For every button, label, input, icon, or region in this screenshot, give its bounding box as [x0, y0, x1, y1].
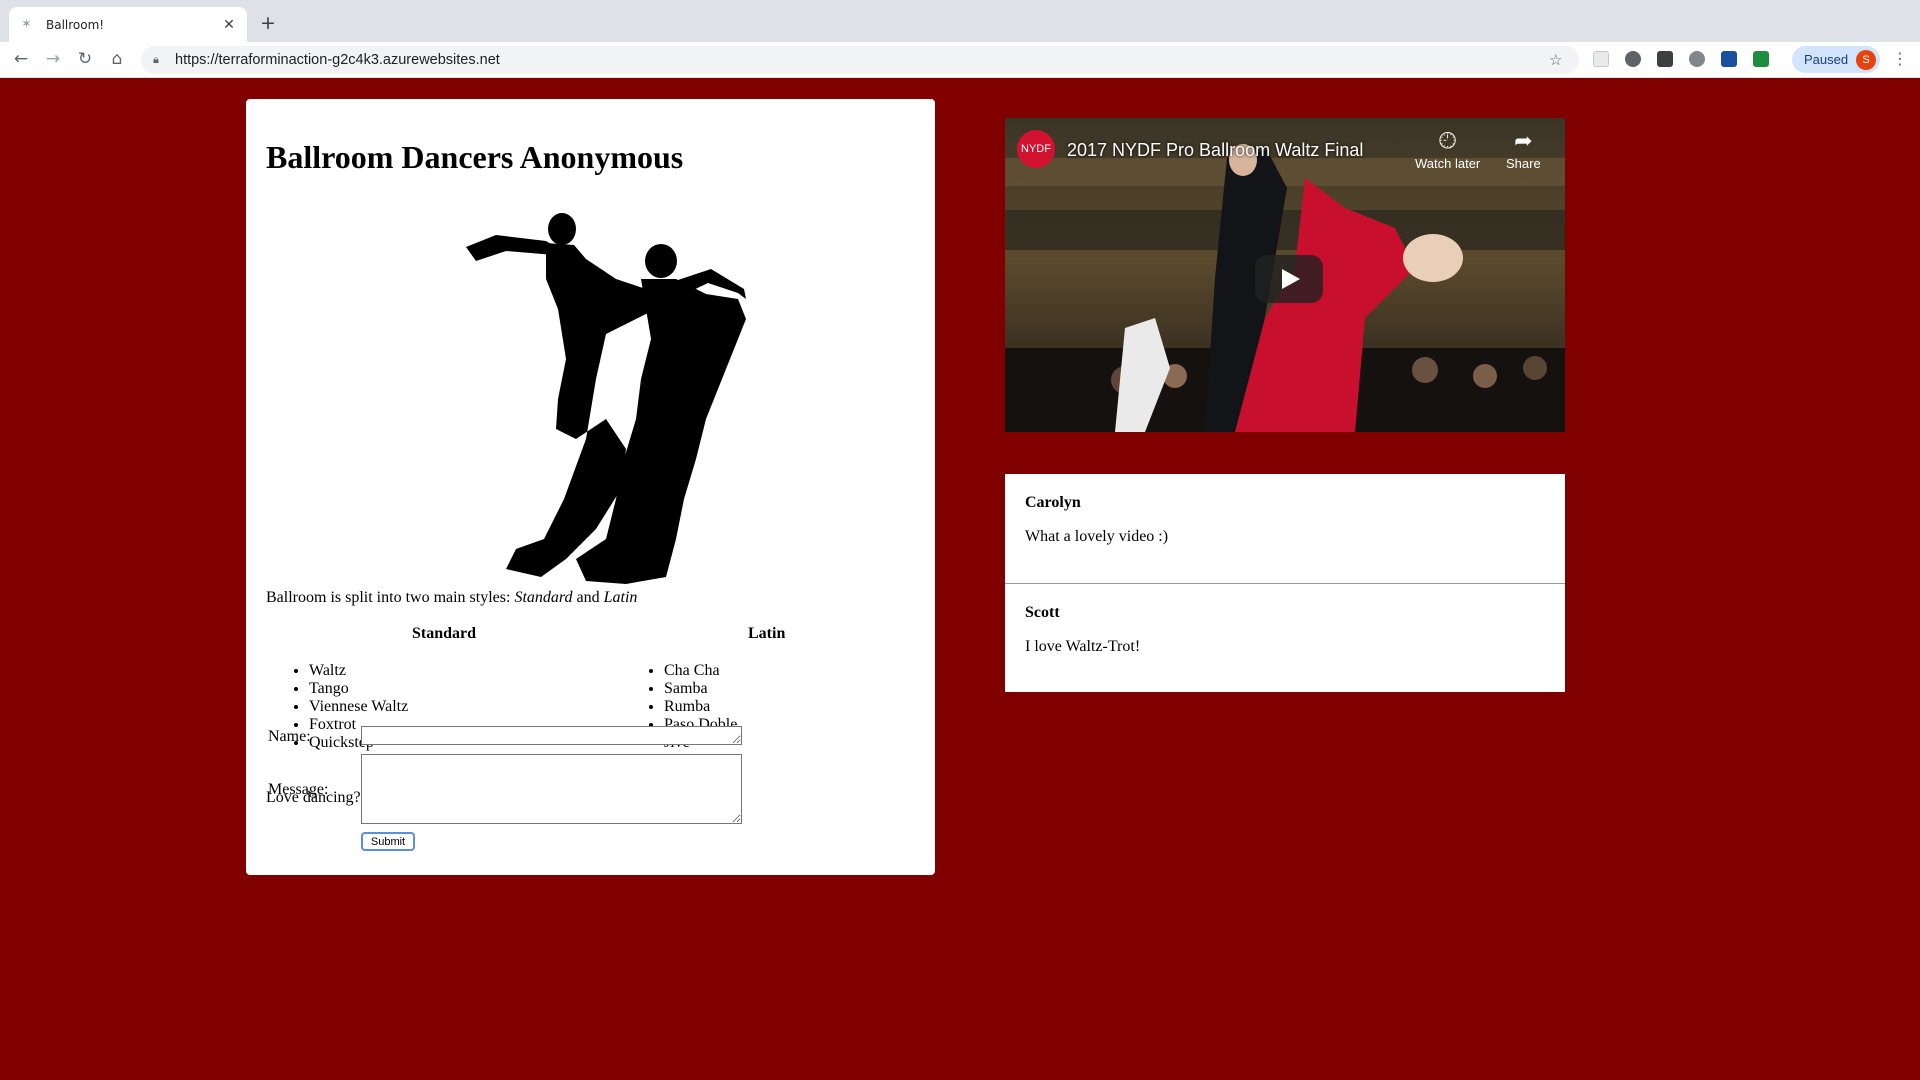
extension-info-icon[interactable] [1689, 51, 1705, 67]
tab-bar: ✶ Ballroom! ✕ + [0, 0, 1920, 42]
name-field[interactable] [361, 726, 742, 745]
reload-icon[interactable]: ↻ [75, 49, 95, 69]
intro-and: and [572, 589, 604, 606]
list-item: Rumba [664, 698, 737, 716]
channel-logo[interactable]: NYDF [1017, 130, 1055, 168]
comment-item: Carolyn What a lovely video :) [1005, 474, 1565, 583]
message-label: Message: [268, 781, 329, 798]
intro-text: Ballroom is split into two main styles: … [266, 589, 637, 607]
extension-cast-icon[interactable] [1657, 51, 1673, 67]
comment-author: Scott [1025, 604, 1060, 621]
page-title: Ballroom Dancers Anonymous [266, 139, 684, 175]
main-card: Ballroom Dancers Anonymous Ballroom is s… [246, 99, 935, 875]
comment-text: What a lovely video :) [1025, 528, 1169, 545]
submit-button[interactable]: Submit [361, 832, 415, 851]
share-arrow-icon: ➦ [1514, 128, 1533, 153]
extension-green-icon[interactable] [1753, 51, 1769, 67]
kebab-menu-icon[interactable]: ⋮ [1892, 49, 1908, 68]
close-tab-icon[interactable]: ✕ [221, 17, 237, 33]
comments-panel: Carolyn What a lovely video :) Scott I l… [1005, 474, 1565, 692]
list-item: Viennese Waltz [309, 698, 408, 716]
address-bar[interactable]: 🔒︎ https://terraforminaction-g2c4k3.azur… [141, 46, 1579, 74]
new-tab-icon[interactable]: + [260, 12, 276, 34]
list-item: Cha Cha [664, 662, 737, 680]
list-item: Samba [664, 680, 737, 698]
standard-header: Standard [412, 625, 477, 642]
video-title[interactable]: 2017 NYDF Pro Ballroom Waltz Final [1067, 140, 1363, 161]
tab-title: Ballroom! [46, 17, 105, 32]
ballroom-dancers-silhouette [466, 213, 746, 584]
name-label: Name: [268, 728, 311, 745]
intro-prefix: Ballroom is split into two main styles: [266, 589, 515, 606]
share-label: Share [1506, 156, 1541, 171]
browser-tab[interactable]: ✶ Ballroom! ✕ [9, 7, 247, 42]
url-text: https://terraforminaction-g2c4k3.azurewe… [175, 52, 500, 68]
comment-author: Carolyn [1025, 494, 1081, 511]
back-arrow-icon[interactable]: ← [11, 49, 31, 69]
list-item: Waltz [309, 662, 408, 680]
profile-button[interactable]: Paused S [1792, 46, 1880, 73]
home-icon[interactable]: ⌂ [107, 49, 127, 69]
lock-icon: 🔒︎ [153, 53, 159, 66]
extension-blank-icon[interactable] [1593, 51, 1609, 67]
dancer-favicon-icon: ✶ [21, 16, 32, 32]
watch-later-button[interactable]: 🕘︎ Watch later [1415, 128, 1480, 171]
share-button[interactable]: ➦ Share [1506, 128, 1541, 171]
intro-latin: Latin [603, 589, 638, 606]
extension-help-icon[interactable] [1721, 51, 1737, 67]
list-item: Tango [309, 680, 408, 698]
youtube-embed[interactable]: NYDF 2017 NYDF Pro Ballroom Waltz Final … [1005, 118, 1565, 432]
comment-item: Scott I love Waltz-Trot! [1005, 583, 1565, 692]
forward-arrow-icon[interactable]: → [43, 49, 63, 69]
clock-icon: 🕘︎ [1438, 128, 1457, 153]
bookmark-star-icon[interactable]: ☆ [1549, 51, 1569, 69]
play-button[interactable] [1255, 255, 1323, 303]
comment-text: I love Waltz-Trot! [1025, 638, 1141, 655]
intro-standard: Standard [514, 589, 573, 606]
extension-circle-icon[interactable] [1625, 51, 1641, 67]
profile-avatar: S [1856, 49, 1876, 70]
profile-status: Paused [1804, 52, 1849, 67]
latin-header: Latin [748, 625, 786, 642]
watch-later-label: Watch later [1415, 156, 1481, 171]
message-field[interactable] [361, 754, 742, 824]
